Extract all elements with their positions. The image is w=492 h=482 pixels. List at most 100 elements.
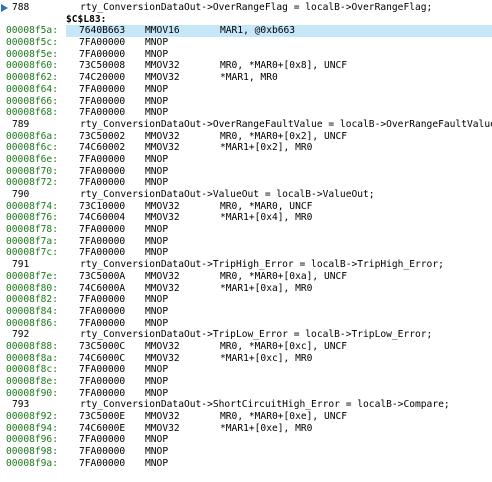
- instruction-mnemonic: MNOP: [145, 235, 169, 247]
- instruction-address: 00008f8e:: [6, 376, 58, 387]
- instruction-address: 00008f64:: [6, 83, 58, 95]
- instruction-mnemonic: MNOP: [145, 165, 169, 177]
- instruction-row[interactable]: 00008f60: 73C50008 MMOV32 MR0, *MAR0+[0x8],…: [0, 60, 492, 72]
- instruction-mnemonic: MMOV32: [145, 60, 180, 72]
- instruction-address: 00008f6a:: [6, 130, 58, 142]
- instruction-mnemonic: MNOP: [145, 446, 169, 458]
- instruction-mnemonic: MNOP: [145, 107, 169, 119]
- instruction-row[interactable]: 00008f84: 7FA00000 MNOP: [0, 306, 492, 318]
- instruction-row[interactable]: 00008f8a: 74C6000C MMOV32 *MAR1+[0xc], MR0: [0, 353, 492, 365]
- instruction-row[interactable]: 00008f72: 7FA00000 MNOP: [0, 177, 492, 189]
- instruction-row[interactable]: 00008f7e: 73C5000A MMOV32 MR0, *MAR0+[0xa],…: [0, 271, 492, 283]
- instruction-address: 00008f76:: [6, 212, 58, 224]
- instruction-row[interactable]: 00008f64: 7FA00000 MNOP: [0, 84, 492, 96]
- instruction-opcode: 7FA00000: [79, 235, 126, 247]
- instruction-mnemonic: MNOP: [145, 434, 169, 446]
- instruction-mnemonic: MNOP: [145, 83, 169, 95]
- instruction-opcode: 7FA00000: [79, 457, 126, 469]
- instruction-opcode: 7FA00000: [79, 153, 126, 165]
- instruction-mnemonic: MMOV32: [145, 270, 180, 282]
- instruction-mnemonic: MMOV32: [145, 212, 180, 224]
- instruction-address: 00008f66:: [6, 95, 58, 107]
- source-line-row[interactable]: 788 rty_ConversionDataOut->OverRangeFlag …: [0, 2, 492, 14]
- instruction-address: 00008f7c:: [6, 247, 58, 259]
- instruction-address: 00008f9a:: [6, 457, 58, 469]
- instruction-opcode: 7FA00000: [79, 364, 126, 376]
- instruction-operands: MAR1, @0xb663: [220, 25, 296, 37]
- instruction-operands: MR0, *MAR0, UNCF: [220, 200, 313, 212]
- instruction-address: 00008f6c:: [6, 142, 58, 154]
- instruction-row[interactable]: 00008f76: 74C60004 MMOV32 *MAR1+[0x4], MR0: [0, 212, 492, 224]
- instruction-opcode: 7FA00000: [79, 95, 126, 107]
- instruction-row[interactable]: 00008f78: 7FA00000 MNOP: [0, 224, 492, 236]
- source-line-row[interactable]: 789 rty_ConversionDataOut->OverRangeFault…: [0, 119, 492, 131]
- instruction-row[interactable]: 00008f5e: 7FA00000 MNOP: [0, 49, 492, 61]
- source-line-row[interactable]: 793 rty_ConversionDataOut->ShortCircuitHi…: [0, 399, 492, 411]
- program-counter-arrow-icon: [0, 2, 10, 14]
- instruction-mnemonic: MMOV32: [145, 422, 180, 434]
- instruction-address: 00008f5c:: [6, 37, 58, 49]
- instruction-opcode: 7FA00000: [79, 305, 126, 317]
- source-line-number: 793: [12, 399, 30, 411]
- instruction-address: 00008f88:: [6, 340, 58, 352]
- instruction-operands: *MAR1, MR0: [220, 72, 278, 84]
- instruction-row[interactable]: 00008f94: 74C6000E MMOV32 *MAR1+[0xe], MR0: [0, 423, 492, 435]
- instruction-row[interactable]: 00008f7a: 7FA00000 MNOP: [0, 236, 492, 248]
- instruction-row[interactable]: 00008f92: 73C5000E MMOV32 MR0, *MAR0+[0xe],…: [0, 411, 492, 423]
- instruction-address: 00008f5e:: [6, 48, 58, 60]
- instruction-row[interactable]: 00008f7c: 7FA00000 MNOP: [0, 247, 492, 259]
- instruction-row[interactable]: 00008f6c: 74C60002 MMOV32 *MAR1+[0x2], MR0: [0, 142, 492, 154]
- instruction-address: 00008f70:: [6, 165, 58, 177]
- instruction-operands: MR0, *MAR0+[0xc], UNCF: [220, 340, 348, 352]
- instruction-row[interactable]: 00008f5c: 7FA00000 MNOP: [0, 37, 492, 49]
- source-line-number: 791: [12, 259, 30, 271]
- instruction-row[interactable]: 00008f74: 73C10000 MMOV32 MR0, *MAR0, UNCF: [0, 201, 492, 213]
- instruction-opcode: 74C6000A: [79, 282, 126, 294]
- instruction-row[interactable]: 00008f66: 7FA00000 MNOP: [0, 96, 492, 108]
- instruction-opcode: 7FA00000: [79, 224, 126, 236]
- instruction-opcode: 7FA00000: [79, 48, 126, 60]
- source-line-row[interactable]: 790 rty_ConversionDataOut->ValueOut = loc…: [0, 189, 492, 201]
- instruction-row[interactable]: 00008f70: 7FA00000 MNOP: [0, 166, 492, 178]
- instruction-row[interactable]: 00008f80: 74C6000A MMOV32 *MAR1+[0xa], MR0: [0, 283, 492, 295]
- source-code-text: rty_ConversionDataOut->ValueOut = localB…: [80, 189, 375, 200]
- instruction-mnemonic: MNOP: [145, 317, 169, 329]
- instruction-opcode: 7FA00000: [79, 294, 126, 306]
- instruction-opcode: 7FA00000: [79, 376, 126, 387]
- instruction-opcode: 74C60002: [79, 142, 126, 154]
- instruction-mnemonic: MNOP: [145, 224, 169, 236]
- source-line-number: 790: [12, 189, 30, 200]
- asm-label-row[interactable]: $C$L83:: [0, 14, 492, 26]
- source-line-row[interactable]: 791 rty_ConversionDataOut->TripHigh_Error…: [0, 259, 492, 271]
- instruction-opcode: 74C20000: [79, 72, 126, 84]
- instruction-operands: *MAR1+[0xe], MR0: [220, 422, 313, 434]
- instruction-row[interactable]: 00008f8e: 7FA00000 MNOP: [0, 376, 492, 388]
- instruction-opcode: 7640B663: [79, 25, 126, 37]
- instruction-row[interactable]: 00008f88: 73C5000C MMOV32 MR0, *MAR0+[0xc],…: [0, 341, 492, 353]
- instruction-row[interactable]: 00008f86: 7FA00000 MNOP: [0, 318, 492, 330]
- instruction-row[interactable]: 00008f82: 7FA00000 MNOP: [0, 294, 492, 306]
- instruction-opcode: 7FA00000: [79, 387, 126, 399]
- instruction-operands: *MAR1+[0x2], MR0: [220, 142, 313, 154]
- instruction-opcode: 7FA00000: [79, 37, 126, 49]
- instruction-row[interactable]: 00008f6a: 73C50002 MMOV32 MR0, *MAR0+[0x2],…: [0, 131, 492, 143]
- instruction-row[interactable]: 00008f62: 74C20000 MMOV32 *MAR1, MR0: [0, 72, 492, 84]
- instruction-row[interactable]: 00008f6e: 7FA00000 MNOP: [0, 154, 492, 166]
- instruction-row[interactable]: 00008f9a: 7FA00000 MNOP: [0, 458, 492, 470]
- source-code-text: rty_ConversionDataOut->OverRangeFlag = l…: [80, 2, 433, 13]
- instruction-row[interactable]: 00008f68: 7FA00000 MNOP: [0, 107, 492, 119]
- instruction-operands: MR0, *MAR0+[0x8], UNCF: [220, 60, 348, 72]
- instruction-row[interactable]: 00008f96: 7FA00000 MNOP: [0, 434, 492, 446]
- instruction-address: 00008f98:: [6, 446, 58, 458]
- current-instruction-row[interactable]: 00008f5a: 7640B663 MMOV16 MAR1, @0xb663: [0, 25, 492, 38]
- instruction-mnemonic: MMOV32: [145, 282, 180, 294]
- instruction-row[interactable]: 00008f98: 7FA00000 MNOP: [0, 446, 492, 458]
- instruction-row[interactable]: 00008f90: 7FA00000 MNOP: [0, 388, 492, 400]
- instruction-address: 00008f62:: [6, 72, 58, 84]
- source-line-row[interactable]: 792 rty_ConversionDataOut->TripLow_Error …: [0, 329, 492, 341]
- instruction-address: 00008f94:: [6, 422, 58, 434]
- instruction-row[interactable]: 00008f8c: 7FA00000 MNOP: [0, 364, 492, 376]
- instruction-mnemonic: MMOV32: [145, 142, 180, 154]
- disassembly-view[interactable]: 788 rty_ConversionDataOut->OverRangeFlag …: [0, 0, 492, 482]
- instruction-mnemonic: MNOP: [145, 305, 169, 317]
